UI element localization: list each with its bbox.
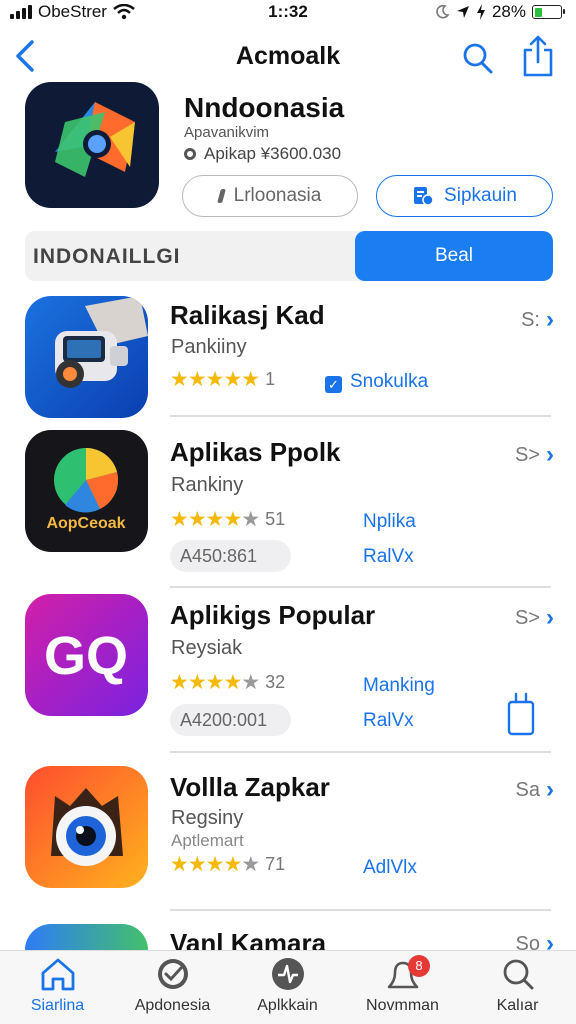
rating-count: 51: [265, 509, 286, 529]
more-button[interactable]: S> ›: [515, 441, 554, 469]
wallet-icon: [414, 187, 434, 206]
segmented-control: INDONAILLGI Beal: [25, 231, 553, 281]
star-rating-icon: ★★★★★: [170, 671, 260, 694]
rating: ★★★★★ 32: [170, 670, 285, 695]
rating: ★★★★★ 1: [170, 367, 275, 392]
divider: [170, 751, 551, 753]
tab-label: Novmman: [366, 997, 439, 1014]
app-name: Aplikas Ppolk: [170, 437, 341, 467]
location-icon: [456, 6, 469, 18]
more-button[interactable]: S> ›: [515, 604, 554, 632]
price-pill[interactable]: A450:861: [170, 540, 291, 572]
app-name: Aplikigs Popular: [170, 600, 376, 630]
tab-label: Apdonesia: [134, 997, 211, 1014]
app-category: Rankiny: [171, 474, 244, 496]
app-icon: AopCeoak: [25, 430, 148, 552]
rating-count: 32: [265, 672, 286, 692]
featured-app-meta: Apikap ¥3600.030: [184, 144, 341, 164]
tab-kaliar[interactable]: Kalıar: [460, 957, 575, 1015]
chevron-right-icon: ›: [546, 441, 554, 468]
charge-icon: [476, 4, 485, 20]
app-category: Pankiiny: [171, 336, 247, 358]
app-developer: Aptlemart: [171, 831, 244, 850]
chevron-right-icon: ›: [546, 776, 554, 803]
info-icon: [184, 148, 196, 160]
more-label: S:: [521, 308, 540, 331]
status-bar: ObeStrer 1::32 28%: [0, 0, 576, 26]
shopping-bag-icon[interactable]: [507, 690, 535, 736]
more-label: S>: [514, 606, 540, 629]
more-button[interactable]: S: ›: [521, 306, 554, 334]
app-category: Reysiak: [171, 637, 243, 659]
tab-label: Aplkkain: [257, 997, 318, 1014]
price-pill[interactable]: A4200:001: [170, 704, 291, 736]
tab-label: Siarlina: [30, 997, 85, 1014]
app-name: Vollla Zapkar: [170, 772, 330, 802]
activity-icon: [271, 958, 304, 990]
app-tag-secondary[interactable]: RalVx: [363, 546, 414, 568]
moon-icon: [436, 4, 450, 19]
star-rating-icon: ★★★★★: [170, 508, 260, 531]
chevron-right-icon: ›: [546, 604, 554, 631]
primary-button[interactable]: Sipkauin: [376, 175, 553, 217]
tab-aplkkain[interactable]: Aplkkain: [230, 957, 345, 1015]
app-tag[interactable]: Manking: [363, 675, 435, 697]
checkbox-icon: ✓: [325, 376, 342, 393]
search-icon: [503, 959, 533, 990]
more-button[interactable]: Sa ›: [516, 776, 554, 804]
app-tag-label: Snokulka: [350, 371, 429, 392]
app-category: Regsiny: [171, 807, 244, 829]
divider: [170, 909, 551, 911]
tab-apdonesia[interactable]: Apdonesia: [115, 957, 230, 1015]
check-badge-icon: [157, 959, 188, 989]
home-icon: [41, 958, 74, 991]
notification-badge: 8: [408, 955, 430, 977]
app-tag[interactable]: AdlVlx: [363, 857, 417, 879]
app-icon-text: GQ: [44, 626, 128, 686]
chevron-right-icon: ›: [546, 306, 554, 333]
segment-right-selected[interactable]: Beal: [355, 231, 553, 281]
battery-percent: 28%: [491, 2, 526, 21]
featured-app-meta-text: Apikap ¥3600.030: [204, 144, 342, 163]
tab-home[interactable]: Siarlina: [0, 957, 115, 1015]
app-icon: [25, 766, 148, 888]
secondary-button[interactable]: Lrloonasia: [182, 175, 358, 217]
app-tag[interactable]: Nplika: [363, 511, 416, 533]
rating-count: 71: [265, 854, 286, 874]
app-icon: GQ: [25, 594, 148, 716]
tab-novmman[interactable]: 8 Novmman: [345, 955, 460, 1015]
tab-bar: Siarlina Apdonesia Aplkkain 8 Novmman Ka…: [0, 950, 576, 1024]
secondary-button-label: Lrloonasia: [233, 185, 322, 206]
app-icon: [25, 296, 148, 418]
app-tag[interactable]: ✓ Snokulka: [325, 371, 428, 393]
featured-app-name: Nndoonasia: [184, 92, 345, 123]
divider: [170, 586, 551, 588]
app-tag-secondary[interactable]: RalVx: [363, 710, 414, 732]
rating-count: 1: [265, 369, 276, 389]
featured-app-subtitle: Apavanikvim: [184, 124, 270, 141]
divider: [170, 415, 551, 417]
star-rating-icon: ★★★★★: [170, 368, 260, 391]
battery-icon: [532, 5, 565, 19]
pencil-icon: [216, 189, 226, 203]
primary-button-label: Sipkauin: [444, 185, 517, 206]
tab-label: Kalıar: [496, 997, 539, 1014]
more-label: Sa: [515, 778, 540, 801]
share-icon[interactable]: [520, 34, 556, 78]
search-icon[interactable]: [460, 38, 496, 78]
rating: ★★★★★ 51: [170, 507, 285, 532]
navigation-bar: Acmoalk: [0, 30, 576, 86]
star-rating-icon: ★★★★★: [170, 853, 260, 876]
app-icon-text: AopCeoak: [46, 515, 125, 532]
app-name: Ralikasj Kad: [170, 300, 325, 330]
segment-left[interactable]: INDONAILLGI: [33, 245, 181, 269]
more-label: S>: [514, 443, 540, 466]
featured-app-icon[interactable]: [25, 82, 159, 208]
rating: ★★★★★ 71: [170, 852, 285, 877]
